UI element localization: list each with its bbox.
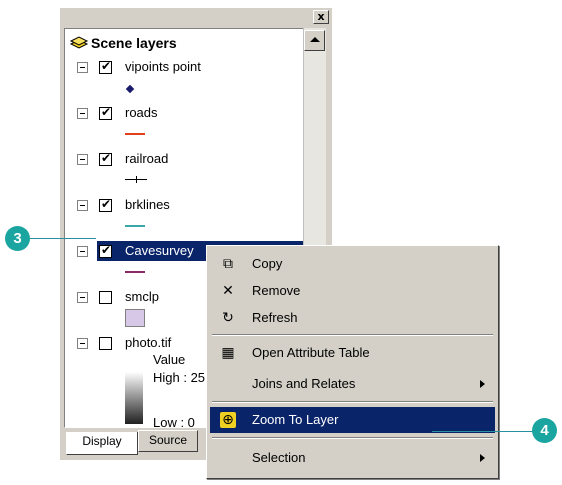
menu-item-open-attribute-table[interactable]: ▦ Open Attribute Table (210, 340, 495, 366)
refresh-icon: ↻ (222, 310, 234, 326)
menu-item-copy[interactable]: ⧉ Copy (210, 251, 495, 277)
tab-display[interactable]: Display (66, 432, 138, 455)
menu-label: Copy (252, 256, 283, 271)
toc-titlebar (62, 10, 330, 24)
table-icon: ▦ (221, 345, 235, 361)
layer-checkbox-vipoints[interactable]: ✔ (99, 59, 112, 74)
raster-value-label: Value (153, 352, 186, 367)
expander-toggle[interactable] (77, 108, 88, 119)
close-button[interactable]: x (313, 10, 329, 24)
layer-checkbox-photo[interactable] (99, 337, 112, 350)
point-symbol-icon (125, 84, 135, 94)
raster-high-label: High : 25 (153, 370, 206, 385)
menu-item-remove[interactable]: ✕ Remove (210, 278, 495, 304)
menu-separator (212, 437, 493, 439)
expander-toggle[interactable] (77, 154, 88, 165)
tab-source[interactable]: Source (138, 430, 198, 452)
menu-item-selection[interactable]: Selection (210, 445, 495, 471)
callout-3-leader (20, 238, 96, 239)
menu-label: Selection (252, 450, 306, 465)
menu-label: Open Attribute Table (252, 345, 370, 360)
expander-toggle[interactable] (77, 246, 88, 257)
expander-toggle[interactable] (77, 292, 88, 303)
raster-ramp (125, 372, 143, 424)
menu-item-refresh[interactable]: ↻ Refresh (210, 305, 495, 331)
submenu-arrow-icon (480, 454, 485, 462)
rail-tick (136, 176, 137, 183)
callout-3: 3 (5, 226, 30, 251)
line-symbol-roads (125, 133, 145, 135)
zoom-to-layer-icon: ⊕ (220, 412, 236, 428)
menu-item-zoom-to-layer[interactable]: ⊕ Zoom To Layer (210, 407, 495, 433)
layer-label-brklines[interactable]: brklines (125, 197, 170, 212)
layer-label-smclp[interactable]: smclp (125, 289, 159, 304)
expander-toggle[interactable] (77, 62, 88, 73)
raster-low-label: Low : 0 (153, 415, 195, 428)
callout-4: 4 (532, 418, 557, 443)
menu-separator (212, 401, 493, 403)
scene-layers-icon (69, 35, 89, 51)
layer-label-roads[interactable]: roads (125, 105, 158, 120)
menu-label: Refresh (252, 310, 298, 325)
layer-checkbox-railroad[interactable]: ✔ (99, 151, 112, 166)
fill-symbol-smclp (125, 309, 145, 327)
context-menu: ⧉ Copy ✕ Remove ↻ Refresh ▦ Open Attribu… (206, 245, 499, 479)
layer-checkbox-smclp[interactable] (99, 291, 112, 304)
layer-checkbox-roads[interactable]: ✔ (99, 105, 112, 120)
menu-label: Zoom To Layer (252, 412, 339, 427)
expander-toggle[interactable] (77, 338, 88, 349)
layer-checkbox-cavesurvey[interactable]: ✔ (99, 243, 112, 258)
scroll-up-button[interactable] (304, 30, 325, 51)
menu-label: Remove (252, 283, 301, 298)
menu-label: Joins and Relates (252, 376, 356, 391)
copy-icon: ⧉ (223, 256, 233, 272)
layer-label-railroad[interactable]: railroad (125, 151, 168, 166)
expander-toggle[interactable] (77, 200, 88, 211)
submenu-arrow-icon (480, 380, 485, 388)
line-symbol-cavesurvey (125, 271, 145, 273)
layer-label-cavesurvey[interactable]: Cavesurvey (125, 243, 194, 258)
line-symbol-brklines (125, 225, 145, 227)
layer-checkbox-brklines[interactable]: ✔ (99, 197, 112, 212)
callout-4-leader (432, 431, 540, 432)
layer-label-vipoints[interactable]: vipoints point (125, 59, 201, 74)
chevron-up-icon (310, 37, 320, 42)
layer-label-photo[interactable]: photo.tif (125, 335, 171, 350)
menu-item-joins-and-relates[interactable]: Joins and Relates (210, 371, 495, 397)
scene-layers-heading: Scene layers (91, 35, 177, 51)
remove-icon: ✕ (222, 283, 234, 299)
menu-separator (212, 334, 493, 336)
